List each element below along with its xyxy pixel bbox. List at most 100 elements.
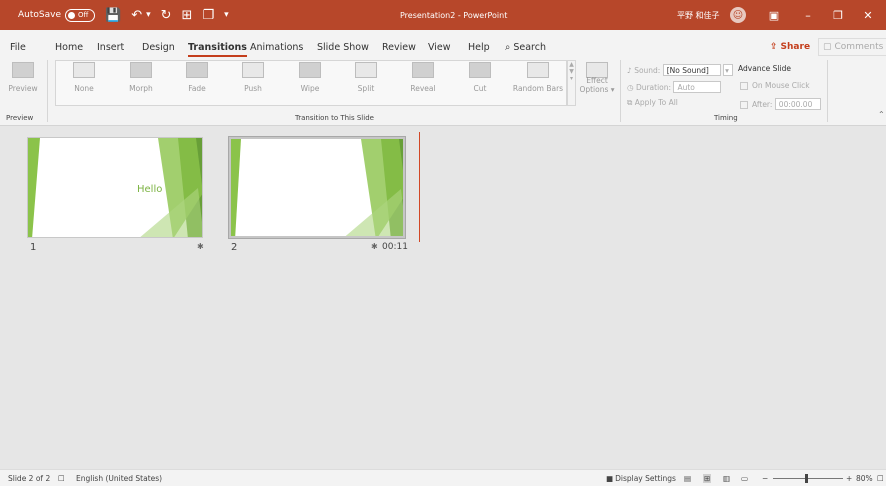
tab-file[interactable]: File [10, 38, 26, 58]
transition-morph-icon [130, 62, 152, 78]
document-title: Presentation2 - PowerPoint [400, 10, 508, 20]
effect-options-button[interactable]: Effect Options ▾ [577, 62, 617, 94]
after-control[interactable]: After: 00:00.00 [740, 98, 821, 110]
zoom-in-icon[interactable]: + [846, 474, 852, 483]
fit-slide-icon[interactable]: ☐ [877, 474, 884, 483]
slide-show-view-icon[interactable]: ▭ [741, 474, 748, 483]
transition-none[interactable]: None [64, 62, 104, 93]
comment-icon: ▢ [823, 42, 832, 52]
transition-wipe-icon [299, 62, 321, 78]
sound-field[interactable]: [No Sound] [662, 64, 721, 76]
sound-icon: ♪ [627, 66, 632, 75]
slide-thumbnail-selected[interactable] [228, 136, 406, 239]
autosave-label: AutoSave [18, 10, 61, 20]
zoom-level[interactable]: 80% [856, 474, 873, 483]
insertion-marker [419, 132, 420, 242]
autosave-toggle[interactable]: Off [65, 8, 95, 22]
zoom-slider-thumb[interactable] [805, 474, 808, 483]
tab-help[interactable]: Help [468, 38, 490, 58]
transition-split-icon [355, 62, 377, 78]
clock-icon: ◷ [627, 83, 634, 92]
save-icon[interactable]: 💾 [105, 9, 121, 22]
spell-check-icon[interactable]: ☐ [58, 474, 65, 483]
zoom-slider[interactable] [773, 474, 843, 483]
preview-label: Preview [8, 84, 38, 93]
sound-dropdown-icon[interactable]: ▾ [723, 64, 734, 76]
transition-random-bars[interactable]: Random Bars [512, 62, 564, 93]
share-button[interactable]: ⇪ Share [770, 38, 810, 56]
transition-fade[interactable]: Fade [177, 62, 217, 93]
transition-reveal[interactable]: Reveal [403, 62, 443, 93]
search-box[interactable]: ⌕ Search [505, 38, 546, 58]
tab-slide-show[interactable]: Slide Show [317, 38, 369, 58]
tab-insert[interactable]: Insert [97, 38, 124, 58]
display-settings-button[interactable]: ■ Display Settings [606, 470, 676, 486]
redo-icon[interactable]: ↻ [161, 9, 172, 22]
apply-to-all-icon: ⧉ [627, 98, 633, 107]
minimize-icon[interactable]: – [796, 9, 820, 22]
transition-push-icon [242, 62, 264, 78]
slide-title: Hello [137, 184, 163, 195]
undo-icon[interactable]: ↶ [131, 9, 142, 22]
slide-timing: 00:11 [382, 242, 408, 252]
preview-group-label: Preview [6, 114, 34, 122]
transition-push[interactable]: Push [233, 62, 273, 93]
zoom-out-icon[interactable]: − [762, 474, 768, 483]
share-icon: ⇪ [770, 42, 778, 52]
transition-indicator-icon[interactable]: ✱ [371, 242, 378, 251]
transition-random-bars-icon [527, 62, 549, 78]
tab-design[interactable]: Design [142, 38, 175, 58]
customize-toolbar-icon[interactable]: ▾ [224, 10, 229, 20]
ribbon: Preview Preview None Morph Fade Push Wip… [0, 58, 886, 126]
slide-sorter: Hello 1 ✱ 2 ✱ 00:11 [0, 127, 886, 469]
tab-view[interactable]: View [428, 38, 451, 58]
duration-control[interactable]: ◷ Duration: Auto [627, 81, 722, 93]
transition-wipe[interactable]: Wipe [290, 62, 330, 93]
close-icon[interactable]: ✕ [856, 9, 880, 22]
tab-transitions[interactable]: Transitions [188, 38, 247, 58]
gallery-scroll[interactable]: ▲ ▼ ▾ [567, 60, 576, 106]
tab-animations[interactable]: Animations [250, 38, 303, 58]
present-from-beginning-icon[interactable]: ⊞ [182, 9, 193, 22]
ribbon-tabs: File Home Insert Design Transitions Anim… [0, 38, 886, 58]
slide-thumbnail[interactable]: Hello [27, 137, 203, 238]
undo-dropdown-icon[interactable]: ▾ [146, 10, 151, 20]
search-label: Search [513, 42, 546, 53]
on-mouse-click-checkbox[interactable]: On Mouse Click [740, 81, 810, 90]
comments-button[interactable]: ▢ Comments [818, 38, 886, 56]
slide-sorter-view-icon[interactable]: ⊞ [703, 474, 712, 483]
normal-view-icon[interactable]: ▤ [684, 474, 691, 483]
transition-cut-icon [469, 62, 491, 78]
slide-count: Slide 2 of 2 [8, 474, 51, 483]
collapse-ribbon-icon[interactable]: ⌃ [878, 110, 885, 119]
transition-morph[interactable]: Morph [121, 62, 161, 93]
new-slide-icon[interactable]: ❐ [202, 9, 214, 22]
transition-indicator-icon[interactable]: ✱ [197, 242, 204, 251]
transition-split[interactable]: Split [346, 62, 386, 93]
ribbon-display-options-icon[interactable]: ▣ [762, 9, 786, 22]
avatar[interactable]: ☺ [730, 7, 746, 23]
slide-number: 2 [231, 242, 238, 253]
search-icon: ⌕ [505, 42, 511, 53]
restore-icon[interactable]: ❐ [826, 9, 850, 22]
user-name: 平野 和佳子 [677, 10, 720, 20]
slide-number: 1 [30, 242, 37, 253]
apply-to-all-button[interactable]: ⧉ Apply To All [627, 98, 678, 108]
after-field[interactable]: 00:00.00 [774, 98, 821, 110]
duration-field[interactable]: Auto [673, 81, 722, 93]
transition-reveal-icon [412, 62, 434, 78]
ribbon-top-strip [0, 30, 886, 38]
language-indicator[interactable]: English (United States) [76, 474, 162, 483]
tab-home[interactable]: Home [55, 38, 83, 58]
reading-view-icon[interactable]: ▥ [723, 474, 730, 483]
display-settings-icon: ■ [606, 474, 614, 483]
preview-button[interactable]: Preview [3, 62, 43, 93]
transition-none-icon [73, 62, 95, 78]
timing-group-label: Timing [714, 114, 738, 122]
transition-cut[interactable]: Cut [460, 62, 500, 93]
tab-review[interactable]: Review [382, 38, 416, 58]
preview-icon [12, 62, 34, 78]
sound-control[interactable]: ♪ Sound: [No Sound] ▾ [627, 64, 734, 76]
transition-fade-icon [186, 62, 208, 78]
status-bar: Slide 2 of 2 ☐ English (United States) ■… [0, 469, 886, 486]
